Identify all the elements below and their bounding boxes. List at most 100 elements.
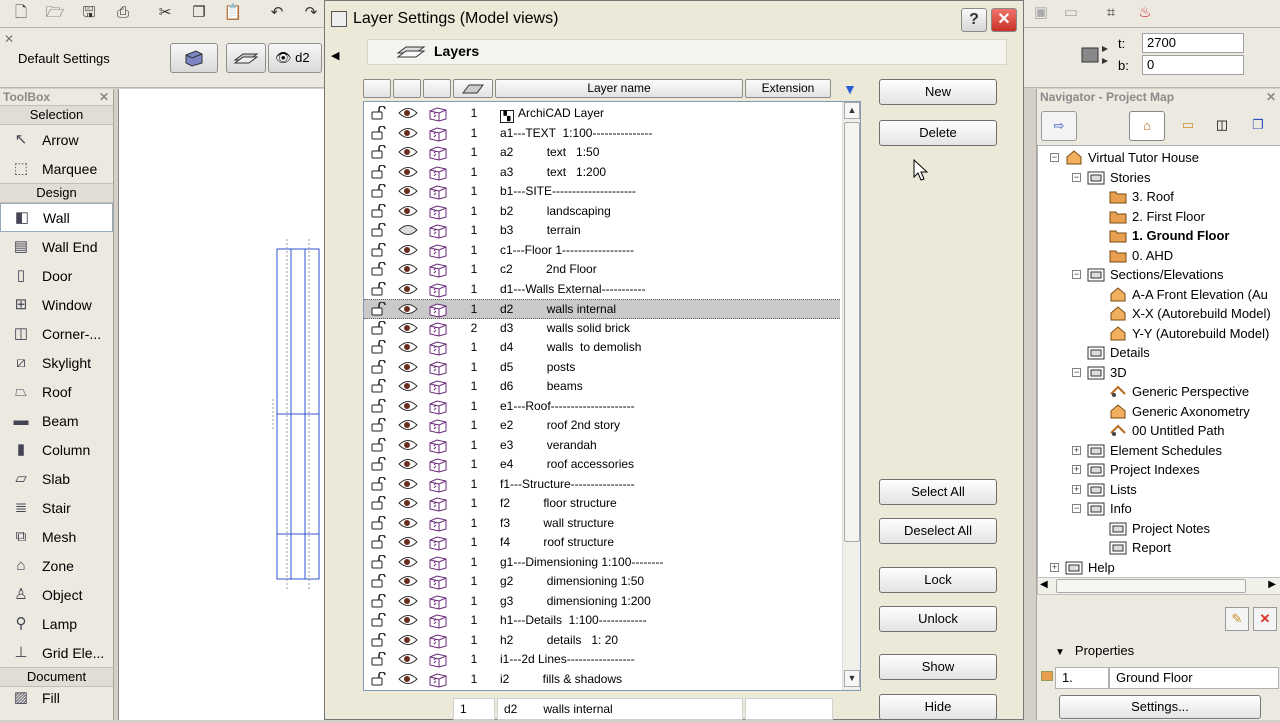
unlocked-padlock-icon[interactable] [370,202,388,221]
expand-icon[interactable]: + [1072,445,1081,455]
visible-eye-icon[interactable] [398,397,418,416]
layer-row[interactable]: 1 e4 roof accessories [364,455,840,475]
visible-eye-icon[interactable] [398,182,418,201]
story-name-field[interactable]: Ground Floor [1109,667,1279,689]
tree-node[interactable]: Generic Perspective [1109,382,1249,401]
unlocked-padlock-icon[interactable] [370,319,388,338]
solid-wireframe-icon[interactable] [428,202,448,221]
unlocked-padlock-icon[interactable] [370,572,388,591]
layer-row[interactable]: 1 e2 roof 2nd story [364,416,840,436]
tree-node[interactable]: + Element Schedules [1072,441,1222,460]
solid-wireframe-icon[interactable] [428,592,448,611]
layer-selector-button[interactable]: 👁 d2 [268,43,322,73]
solid-wireframe-icon[interactable] [428,650,448,669]
solid-wireframe-icon[interactable] [428,631,448,650]
visible-eye-icon[interactable] [398,124,418,143]
unlocked-padlock-icon[interactable] [370,300,388,319]
save-icon[interactable]: 🖫 [78,3,100,23]
unlocked-padlock-icon[interactable] [370,650,388,669]
tool-beam[interactable]: ▬ Beam [0,406,113,435]
show-button[interactable]: Show [879,654,997,680]
tool-wall[interactable]: ◧ Wall [0,203,113,232]
edit-intersection-field[interactable]: 1 [453,698,495,720]
layer-row[interactable]: 1 a3 text 1:200 [364,163,840,183]
properties-header[interactable]: ▼ Properties [1037,641,1280,661]
hide-button[interactable]: Hide [879,694,997,720]
layout-book-tab[interactable]: ◫ [1207,111,1237,141]
collapse-triangle-icon[interactable]: ◀ [331,49,339,62]
solid-wireframe-icon[interactable] [428,416,448,435]
tool-marquee[interactable]: ⬚ Marquee [0,154,113,183]
layer-row[interactable]: 1 a1---TEXT 1:100--------------- [364,124,840,144]
tool-slab[interactable]: ▱ Slab [0,464,113,493]
solid-wireframe-icon[interactable] [428,319,448,338]
project-map-tab[interactable]: ⌂ [1129,111,1165,141]
tool-wall-end[interactable]: ▤ Wall End [0,232,113,261]
layer-row[interactable]: 2 d3 walls solid brick [364,319,840,339]
visibility-column-header[interactable] [393,79,421,98]
tree-node[interactable]: − Virtual Tutor House [1050,148,1199,167]
settings-button[interactable]: Settings... [1059,695,1261,719]
tree-node[interactable]: Project Notes [1109,519,1210,538]
visible-eye-icon[interactable] [398,163,418,182]
layer-name-column-header[interactable]: Layer name [495,79,743,98]
solid-wireframe-icon[interactable] [428,553,448,572]
solid-wireframe-icon[interactable] [428,533,448,552]
tree-node[interactable]: 1. Ground Floor [1109,226,1230,245]
visible-eye-icon[interactable] [398,592,418,611]
solid-wireframe-icon[interactable] [428,455,448,474]
collapse-icon[interactable]: − [1072,504,1081,513]
unlocked-padlock-icon[interactable] [370,221,388,240]
unlocked-padlock-icon[interactable] [370,338,388,357]
solid-wireframe-icon[interactable] [428,221,448,240]
wall-settings-button[interactable] [170,43,218,73]
unlocked-padlock-icon[interactable] [370,670,388,689]
intersection-column-header[interactable] [453,79,493,98]
solid-wireframe-icon[interactable] [428,494,448,513]
layer-row[interactable]: 1 b2 landscaping [364,202,840,222]
new-file-icon[interactable]: 🗋 [10,3,32,23]
layer-tool-icon[interactable]: ▣ [1030,3,1052,23]
help-button[interactable]: ? [961,8,987,32]
expand-icon[interactable]: + [1072,465,1081,474]
layer-row[interactable]: 1 h2 details 1: 20 [364,631,840,651]
visible-eye-icon[interactable] [398,650,418,669]
unlocked-padlock-icon[interactable] [370,494,388,513]
solid-wireframe-icon[interactable] [428,514,448,533]
layer-row[interactable]: 1 e3 verandah [364,436,840,456]
layer-row[interactable]: 1 a2 text 1:50 [364,143,840,163]
open-folder-icon[interactable]: 🗁 [44,3,66,23]
layer-row[interactable]: 1 d1---Walls External----------- [364,280,840,300]
visible-eye-icon[interactable] [398,104,418,123]
hidden-eye-icon[interactable] [398,221,418,240]
visible-eye-icon[interactable] [398,338,418,357]
solid-wireframe-icon[interactable] [428,300,448,319]
layer-row[interactable]: 1 i2 fills & shadows [364,670,840,690]
copy-icon[interactable]: ❐ [188,3,210,23]
navigator-close-icon[interactable]: ✕ [1266,89,1276,105]
unlocked-padlock-icon[interactable] [370,533,388,552]
tree-node[interactable]: 2. First Floor [1109,207,1205,226]
unlocked-padlock-icon[interactable] [370,104,388,123]
layer-row[interactable]: 1 d4 walls to demolish [364,338,840,358]
tool-roof[interactable]: ⏢ Roof [0,377,113,406]
tree-node[interactable]: − 3D [1072,363,1127,382]
unlocked-padlock-icon[interactable] [370,260,388,279]
visible-eye-icon[interactable] [398,455,418,474]
layer-row[interactable]: 1 g3 dimensioning 1:200 [364,592,840,612]
toolbox-close-icon[interactable]: ✕ [99,89,109,105]
extension-column-header[interactable]: Extension [745,79,831,98]
tool-skylight[interactable]: ⧄ Skylight [0,348,113,377]
layer-row[interactable]: 1 ▚ ArchiCAD Layer [364,104,840,124]
tree-node[interactable]: + Help [1050,558,1115,577]
tool-grid-element[interactable]: ⊥ Grid Ele... [0,638,113,667]
wireframe-column-header[interactable] [423,79,451,98]
unlocked-padlock-icon[interactable] [370,592,388,611]
solid-wireframe-icon[interactable] [428,143,448,162]
tool-arrow[interactable]: ↖ Arrow [0,125,113,154]
visible-eye-icon[interactable] [398,377,418,396]
filter-icon[interactable]: ▼ [843,81,857,97]
unlocked-padlock-icon[interactable] [370,611,388,630]
bottom-height-input[interactable]: 0 [1142,55,1244,75]
view-map-menu-button[interactable]: ⇨ [1041,111,1077,141]
